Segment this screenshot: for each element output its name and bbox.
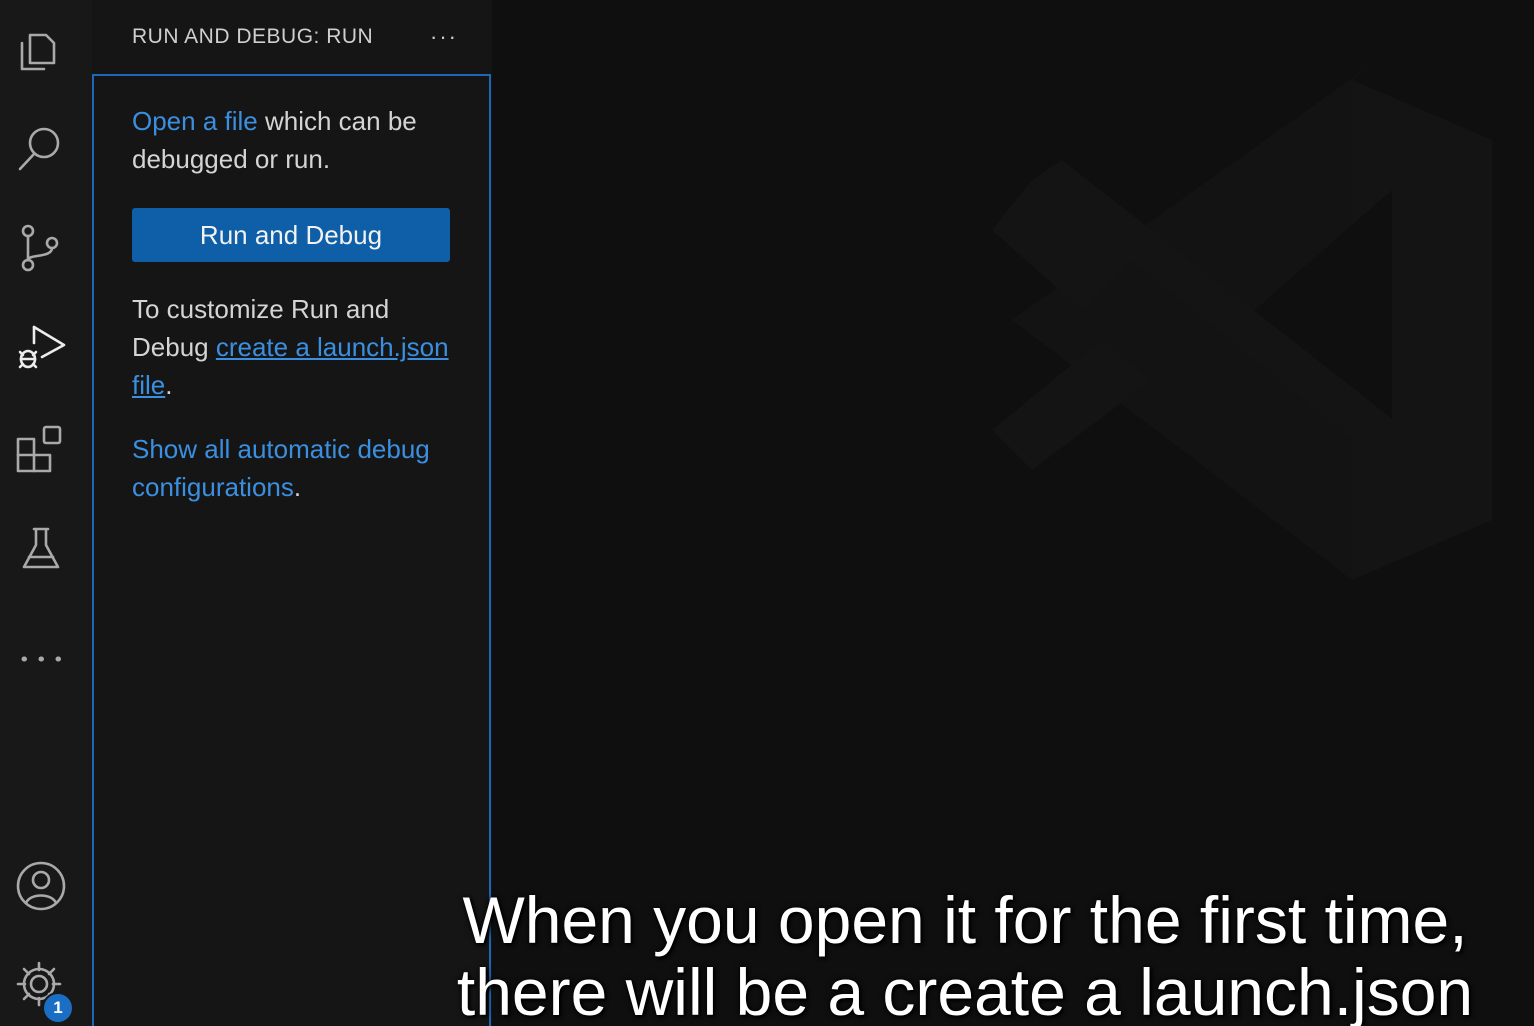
vscode-window: 1 RUN AND DEBUG: RUN ··· Open a file whi… — [0, 0, 1534, 1026]
panel-title: RUN AND DEBUG: RUN — [132, 25, 374, 48]
search-icon — [18, 127, 60, 171]
run-debug-icon — [18, 325, 66, 369]
customize-message: To customize Run and Debug create a laun… — [132, 290, 451, 404]
video-subtitles: When you open it for the first time, the… — [420, 884, 1510, 1026]
more-views-button[interactable] — [0, 606, 92, 686]
accounts-button[interactable] — [0, 846, 92, 926]
show-automatic-configs-link[interactable]: Show all automatic debug configurations — [132, 434, 430, 502]
testing-button[interactable] — [0, 508, 92, 588]
notification-badge: 1 — [42, 992, 74, 1024]
explorer-button[interactable] — [0, 10, 92, 90]
panel-header: RUN AND DEBUG: RUN ··· — [92, 0, 492, 74]
run-debug-button[interactable] — [0, 306, 92, 386]
open-file-message: Open a file which can be debugged or run… — [132, 102, 451, 178]
more-icon — [21, 656, 61, 662]
search-button[interactable] — [0, 108, 92, 188]
flask-icon — [22, 527, 60, 569]
run-debug-panel: RUN AND DEBUG: RUN ··· Open a file which… — [92, 0, 492, 1026]
account-icon — [16, 861, 66, 911]
show-configs-end: . — [293, 472, 302, 502]
open-file-link[interactable]: Open a file — [132, 106, 258, 136]
vscode-logo-watermark-icon — [992, 60, 1492, 580]
source-control-icon — [21, 224, 59, 272]
activity-bar: 1 — [0, 0, 92, 1026]
show-configs-message: Show all automatic debug configurations. — [132, 430, 451, 506]
manage-button[interactable]: 1 — [0, 944, 92, 1024]
subtitle-line-2: there will be a create a launch.json — [456, 955, 1474, 1026]
source-control-button[interactable] — [0, 208, 92, 288]
subtitle-line-1: When you open it for the first time, — [462, 883, 1468, 957]
more-actions-button[interactable]: ··· — [426, 22, 462, 52]
extensions-icon — [16, 425, 62, 473]
extensions-button[interactable] — [0, 408, 92, 488]
editor-area — [492, 0, 1534, 1026]
customize-end: . — [165, 370, 173, 400]
files-icon — [20, 33, 56, 71]
run-and-debug-button[interactable]: Run and Debug — [132, 208, 450, 262]
